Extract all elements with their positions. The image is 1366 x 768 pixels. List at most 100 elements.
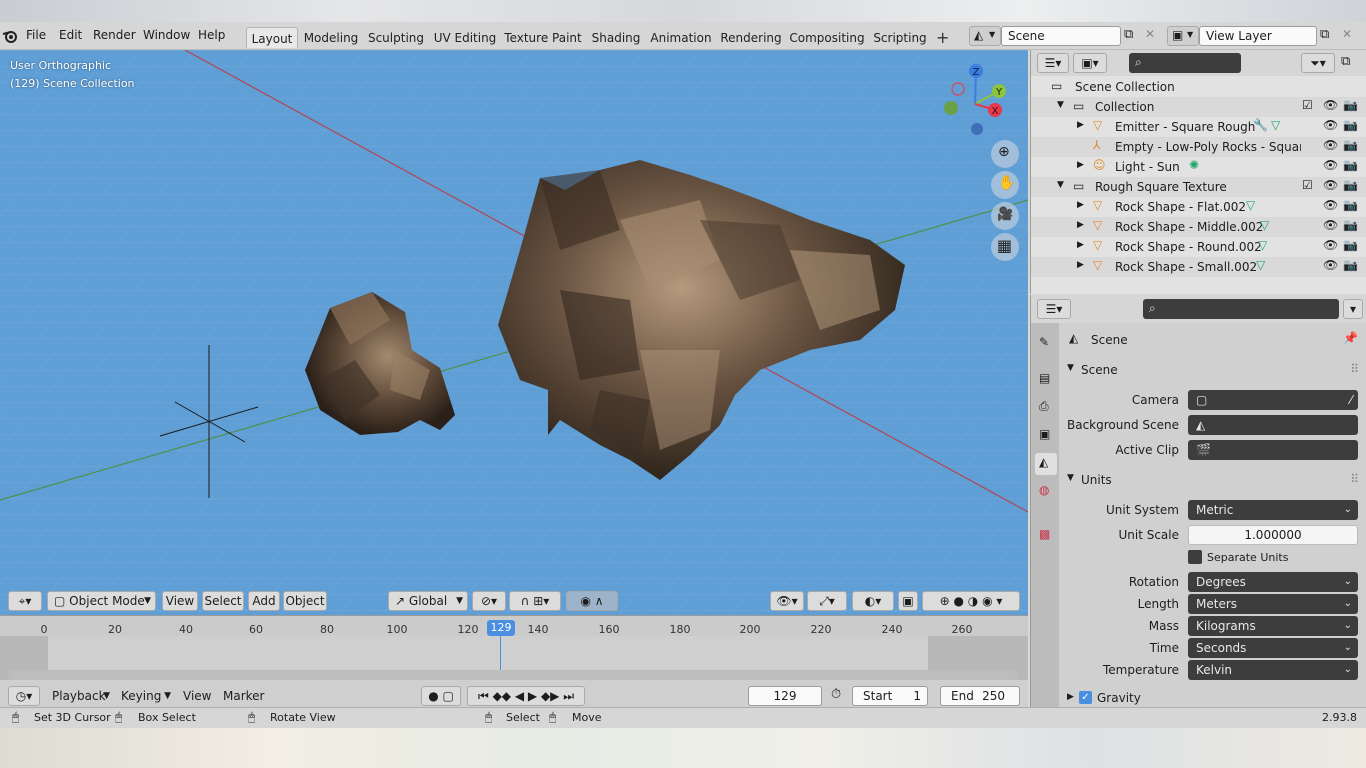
eye-icon[interactable]: 👁 [1323, 198, 1338, 212]
menu-window[interactable]: Window [143, 28, 190, 42]
rotation-dropdown[interactable]: Degrees ⌄ [1188, 572, 1358, 592]
gravity-section-header[interactable]: ▶ ✓ Gravity [1061, 690, 1365, 707]
overlays-button[interactable]: ◐▾ [852, 591, 894, 611]
gravity-checkbox[interactable]: ✓ [1079, 691, 1092, 704]
checkbox-checked-icon[interactable]: ☑ [1302, 98, 1313, 112]
eye-icon[interactable]: 👁 [1323, 118, 1338, 132]
output-tab[interactable]: ⎙ [1035, 397, 1057, 419]
editor-type-button[interactable]: ⌖▾ [8, 591, 42, 611]
tab-layout[interactable]: Layout [246, 27, 298, 48]
texture-tab[interactable]: ▩ [1035, 525, 1057, 547]
background-scene-field[interactable]: ◭ [1188, 415, 1358, 435]
eye-icon[interactable]: 👁 [1323, 178, 1338, 192]
stopwatch-icon[interactable]: ⏱ [831, 687, 841, 702]
menu-render[interactable]: Render [93, 28, 136, 42]
new-collection-icon[interactable]: ⧉ [1341, 54, 1350, 69]
render-camera-icon[interactable]: 📷 [1343, 178, 1358, 192]
record-toggle-button[interactable]: ● ▢ [421, 686, 461, 706]
eye-icon[interactable]: 👁 [1323, 258, 1338, 272]
filter-button[interactable]: ⏷▾ [1301, 53, 1335, 73]
checkbox-checked-icon[interactable]: ☑ [1302, 178, 1313, 192]
modifier-wrench-icon[interactable]: 🔧 [1253, 118, 1268, 132]
time-dropdown[interactable]: Seconds ⌄ [1188, 638, 1358, 658]
timeline-editor-type-button[interactable]: ◷▾ [8, 686, 40, 706]
eyedropper-icon[interactable]: ⁄ [1350, 390, 1352, 410]
outliner-panel[interactable]: ☰▾ ▣▾ ⌕ ⏷▾ ⧉ ▭ Scene Collection ▼ ▭ Coll… [1030, 50, 1366, 294]
menu-file[interactable]: File [26, 28, 46, 42]
scene-section-header[interactable]: ▼ Scene ⠿ [1061, 359, 1365, 381]
mesh-data-icon[interactable]: ▽ [1271, 118, 1280, 132]
3d-viewport[interactable]: User Orthographic (129) Scene Collection… [0, 50, 1028, 615]
pin-icon[interactable]: 📌 [1343, 331, 1358, 345]
outliner-row-emitter[interactable]: ▶ ▽ Emitter - Square Rough 🔧 ▽ 👁 📷 [1031, 117, 1366, 137]
menu-help[interactable]: Help [198, 28, 225, 42]
outliner-row-rock-flat[interactable]: ▶ ▽ Rock Shape - Flat.002 ▽ 👁 📷 [1031, 197, 1366, 217]
blender-logo-icon[interactable] [2, 28, 18, 44]
tab-sculpting[interactable]: Sculpting [366, 27, 426, 48]
active-clip-field[interactable]: 🎬 [1188, 440, 1358, 460]
timeline-menu-view[interactable]: View [183, 689, 211, 703]
new-scene-icon[interactable]: ⧉ [1124, 27, 1133, 42]
tool-tab[interactable]: ✎ [1035, 333, 1057, 355]
view-layer-name-field[interactable]: View Layer [1199, 26, 1317, 46]
properties-panel[interactable]: ☰▾ ⌕ ▾ ✎ ▤ ⎙ ▣ ◭ ◍ ▩ ◭ Scene 📌 ▼ Scene ⠿… [1030, 295, 1366, 707]
timeline-menu-marker[interactable]: Marker [223, 689, 264, 703]
display-mode-button[interactable]: ▣▾ [1073, 53, 1107, 73]
viewport-menu-object[interactable]: Object [283, 591, 327, 611]
timeline-editor[interactable]: 0 20 40 60 80 100 120 140 160 180 200 22… [0, 615, 1028, 707]
render-camera-icon[interactable]: 📷 [1343, 198, 1358, 212]
tab-compositing[interactable]: Compositing [789, 27, 865, 48]
world-tab[interactable]: ◍ [1035, 481, 1057, 503]
units-section-header[interactable]: ▼ Units ⠿ [1061, 469, 1365, 491]
tab-scripting[interactable]: Scripting [871, 27, 929, 48]
pivot-point-button[interactable]: ⊘▾ [472, 591, 506, 611]
snap-button[interactable]: ∩ ⊞▾ [509, 591, 561, 611]
delete-scene-icon[interactable]: ✕ [1145, 27, 1155, 41]
render-camera-icon[interactable]: 📷 [1343, 98, 1358, 112]
scene-selector-button[interactable]: ◭ ▼ [969, 26, 1001, 46]
camera-field[interactable]: ▢ ⁄ [1188, 390, 1358, 410]
gizmo-toggle-button[interactable]: ⤢▾ [807, 591, 847, 611]
properties-editor-type-button[interactable]: ☰▾ [1037, 299, 1071, 319]
navigation-gizmo[interactable]: Z Y X [935, 60, 1015, 140]
separate-units-checkbox[interactable] [1188, 550, 1202, 564]
properties-search-input[interactable]: ⌕ [1143, 299, 1339, 319]
mesh-data-icon[interactable]: ▽ [1258, 238, 1267, 252]
render-camera-icon[interactable]: 📷 [1343, 258, 1358, 272]
viewport-menu-view[interactable]: View [162, 591, 198, 611]
camera-view-button[interactable]: 🎥 [991, 202, 1019, 230]
mesh-data-icon[interactable]: ▽ [1246, 198, 1255, 212]
tab-animation[interactable]: Animation [648, 27, 714, 48]
tab-modeling[interactable]: Modeling [302, 27, 360, 48]
properties-options-button[interactable]: ▾ [1343, 299, 1363, 319]
render-tab[interactable]: ▤ [1035, 369, 1057, 391]
temperature-dropdown[interactable]: Kelvin ⌄ [1188, 660, 1358, 680]
eye-icon[interactable]: 👁 [1323, 98, 1338, 112]
mesh-data-icon[interactable]: ▽ [1256, 258, 1265, 272]
perspective-toggle-button[interactable]: ▦ [991, 233, 1019, 261]
unit-system-dropdown[interactable]: Metric ⌄ [1188, 500, 1358, 520]
eye-icon[interactable]: 👁 [1323, 238, 1338, 252]
outliner-row-rough-square-texture[interactable]: ▼ ▭ Rough Square Texture ☑ 👁 📷 [1031, 177, 1366, 197]
render-camera-icon[interactable]: 📷 [1343, 218, 1358, 232]
mass-dropdown[interactable]: Kilograms ⌄ [1188, 616, 1358, 636]
add-workspace-icon[interactable]: + [936, 28, 949, 47]
outliner-row-rock-small[interactable]: ▶ ▽ Rock Shape - Small.002 ▽ 👁 📷 [1031, 257, 1366, 277]
view-layer-selector-button[interactable]: ▣ ▼ [1167, 26, 1199, 46]
shading-mode-buttons[interactable]: ⊕ ● ◑ ◉ ▾ [922, 591, 1020, 611]
current-frame-field[interactable]: 129 [748, 686, 822, 706]
mesh-data-icon[interactable]: ▽ [1260, 218, 1269, 232]
render-camera-icon[interactable]: 📷 [1343, 118, 1358, 132]
render-camera-icon[interactable]: 📷 [1343, 138, 1358, 152]
delete-view-layer-icon[interactable]: ✕ [1342, 27, 1352, 41]
drag-handle-icon[interactable]: ⠿ [1350, 472, 1359, 486]
scene-tab[interactable]: ◭ [1035, 453, 1057, 475]
outliner-row-scene-collection[interactable]: ▭ Scene Collection [1031, 77, 1366, 97]
outliner-row-empty[interactable]: ⅄ Empty - Low-Poly Rocks - Square - Rc 👁… [1031, 137, 1366, 157]
render-camera-icon[interactable]: 📷 [1343, 158, 1358, 172]
eye-icon[interactable]: 👁 [1323, 218, 1338, 232]
end-frame-field[interactable]: End 250 [940, 686, 1020, 706]
outliner-row-collection[interactable]: ▼ ▭ Collection ☑ 👁 📷 [1031, 97, 1366, 117]
outliner-row-rock-round[interactable]: ▶ ▽ Rock Shape - Round.002 ▽ 👁 📷 [1031, 237, 1366, 257]
tab-rendering[interactable]: Rendering [719, 27, 783, 48]
